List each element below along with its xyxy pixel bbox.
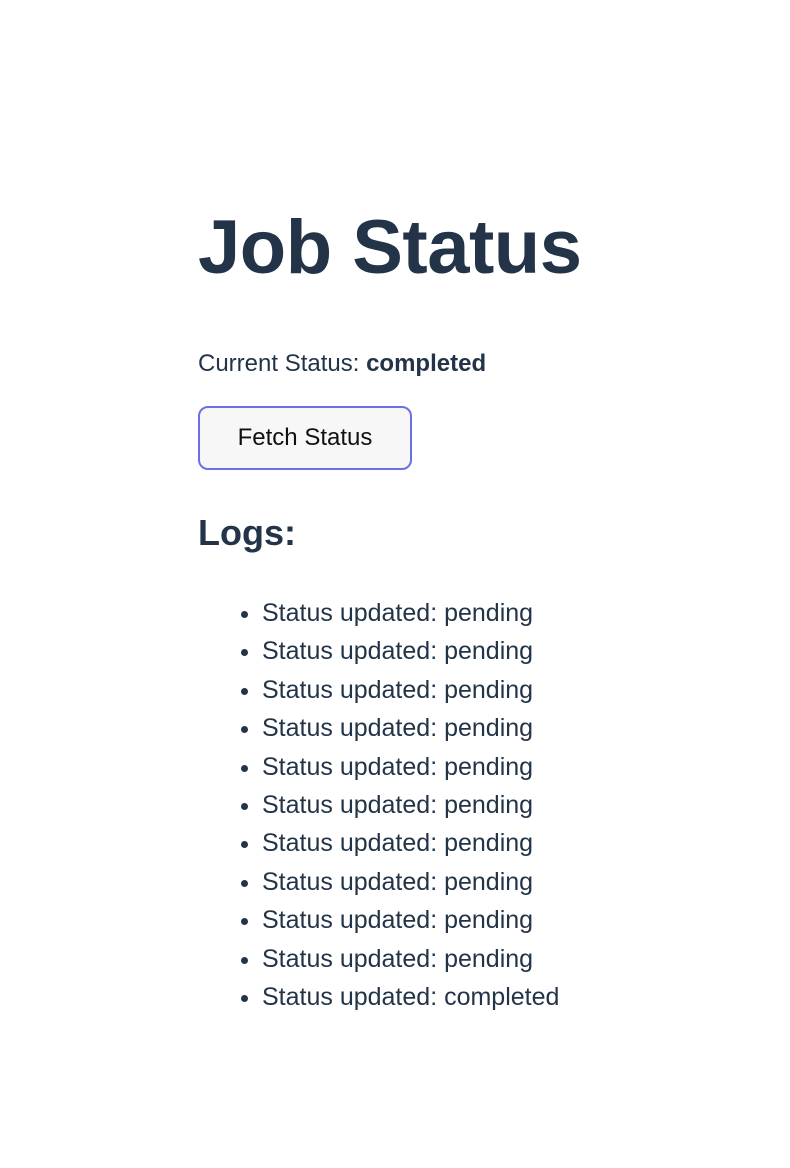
log-item: Status updated: pending [262, 863, 698, 901]
log-item: Status updated: pending [262, 632, 698, 670]
page-title: Job Status [198, 205, 582, 290]
log-item: Status updated: pending [262, 940, 698, 978]
log-item: Status updated: pending [262, 824, 698, 862]
current-status-value: completed [366, 350, 487, 377]
log-item: Status updated: pending [262, 709, 698, 747]
log-item: Status updated: completed [262, 978, 698, 1016]
log-item: Status updated: pending [262, 786, 698, 824]
logs-list: Status updated: pending Status updated: … [198, 594, 698, 1016]
log-item: Status updated: pending [262, 594, 698, 632]
log-item: Status updated: pending [262, 748, 698, 786]
fetch-status-button[interactable]: Fetch Status [198, 406, 412, 470]
current-status-label: Current Status: [198, 350, 360, 377]
current-status: Current Status: completed [198, 344, 698, 384]
job-status-panel: Job Status Current Status: completed Fet… [198, 200, 698, 1016]
log-item: Status updated: pending [262, 901, 698, 939]
logs-heading: Logs: [198, 512, 296, 553]
log-item: Status updated: pending [262, 671, 698, 709]
